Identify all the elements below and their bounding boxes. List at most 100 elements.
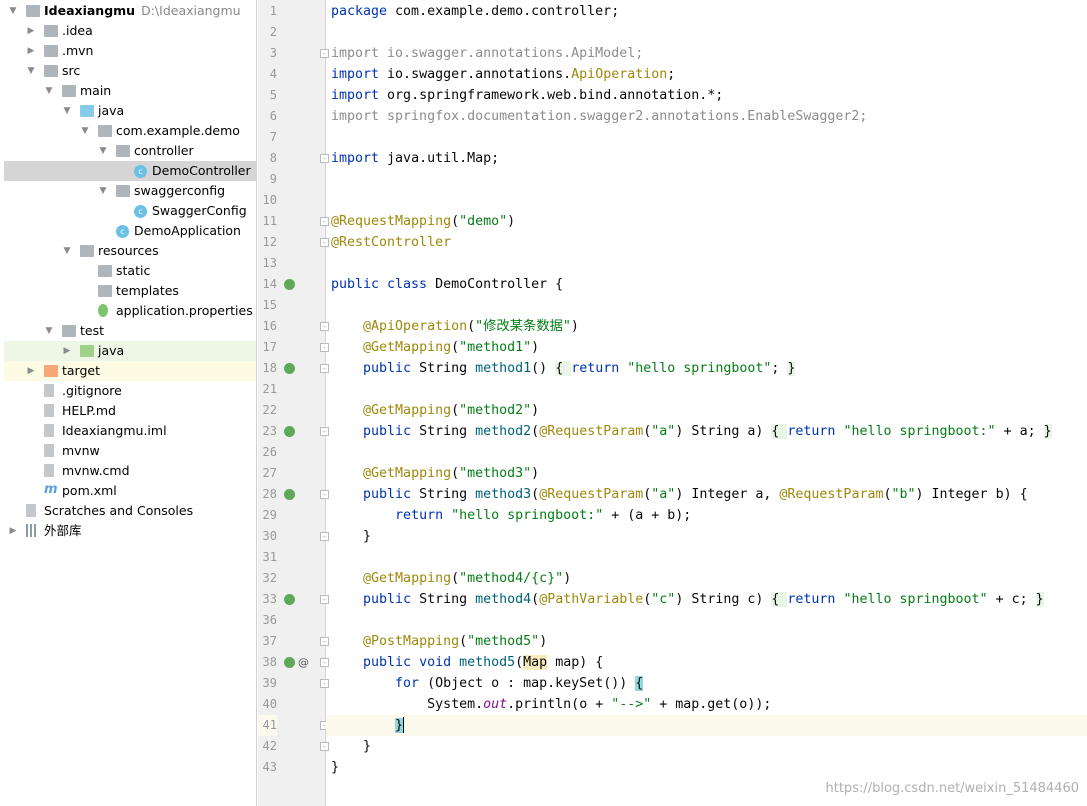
code-token: } [331, 739, 372, 754]
tree-item-label: mvnw [62, 441, 100, 461]
gitignore-file-icon [44, 384, 54, 397]
chevron-down-icon[interactable]: ▼ [61, 241, 73, 261]
line-number: 22 [262, 403, 277, 417]
code-line: System.out.println(o + "-->" + map.get(o… [326, 694, 1087, 715]
chevron-right-icon[interactable]: ▶ [25, 41, 37, 61]
tree-item-scratches-and-consoles[interactable]: Scratches and Consoles [4, 501, 256, 521]
code-token: .println(o + [507, 697, 612, 712]
tree-item-label: controller [134, 141, 194, 161]
code-token: "method5" [467, 634, 540, 649]
code-token: return [395, 508, 452, 523]
line-number: 8 [269, 151, 277, 165]
code-token: } [1043, 424, 1052, 439]
editor-gutter[interactable]: 1 2 3-4 5 6 7 8-9 10 11-12-13 14 15 16-17-18-21 22 23… [258, 0, 329, 806]
code-token: ( [451, 571, 460, 586]
tree-item-help-md[interactable]: HELP.md [4, 401, 256, 421]
code-token: "method3" [459, 466, 532, 481]
tree-item-test[interactable]: ▼ test [4, 321, 256, 341]
tree-item-resources[interactable]: ▼ resources [4, 241, 256, 261]
tree-item-target[interactable]: ▶ target [4, 361, 256, 381]
line-number: 17 [262, 340, 277, 354]
project-tree[interactable]: ▼ Ideaxiangmu D:\Ideaxiangmu ▶ .idea ▶ .mvn ▼ sr… [0, 0, 257, 806]
tree-item-ideaxiangmu[interactable]: ▼ Ideaxiangmu D:\Ideaxiangmu [4, 1, 256, 21]
code-editor[interactable]: package com.example.demo.controller; impo… [326, 0, 1087, 806]
tree-item-java[interactable]: ▼ java [4, 101, 256, 121]
code-line: for (Object o : map.keySet()) { [326, 673, 1087, 694]
tree-item-swaggerconfig[interactable]: ▼ swaggerconfig [4, 181, 256, 201]
tree-item-java[interactable]: ▶ java [4, 341, 256, 361]
code-line: @ApiOperation("修改某条数据") [326, 316, 1087, 337]
chevron-down-icon[interactable]: ▼ [43, 81, 55, 101]
tree-item-demoapplication[interactable]: c DemoApplication [4, 221, 256, 241]
tree-item-pom-xml[interactable]: m pom.xml [4, 481, 256, 501]
package-icon [98, 125, 112, 137]
chevron-down-icon[interactable]: ▼ [7, 1, 19, 21]
line-number: 23 [262, 424, 277, 438]
line-number: 28 [262, 487, 277, 501]
chevron-down-icon[interactable]: ▼ [25, 61, 37, 81]
tree-item-mvnw[interactable]: mvnw [4, 441, 256, 461]
tree-item-name: .mvn [62, 43, 94, 58]
code-token: () [531, 361, 556, 376]
web-endpoint-icon[interactable] [284, 657, 295, 668]
line-number: 2 [269, 25, 277, 39]
code-token: "a" [651, 487, 676, 502]
tree-item-main[interactable]: ▼ main [4, 81, 256, 101]
tree-item--mvn[interactable]: ▶ .mvn [4, 41, 256, 61]
tree-item-static[interactable]: static [4, 261, 256, 281]
code-token: @GetMapping [363, 403, 452, 418]
tree-item-swaggerconfig[interactable]: c SwaggerConfig [4, 201, 256, 221]
code-token: public [363, 424, 420, 439]
code-token: public [363, 487, 420, 502]
code-token: ) [531, 340, 540, 355]
tree-item-mvnw-cmd[interactable]: mvnw.cmd [4, 461, 256, 481]
class-icon: c [134, 205, 147, 218]
code-token: "-->" [611, 697, 652, 712]
iml-file-icon [44, 424, 54, 437]
tree-item-name: templates [116, 283, 179, 298]
tree-item-label: Scratches and Consoles [44, 501, 193, 521]
tree-item--idea[interactable]: ▶ .idea [4, 21, 256, 41]
annotation-at-icon[interactable]: @ [298, 652, 309, 673]
tree-item-label: .gitignore [62, 381, 122, 401]
tree-item--[interactable]: ▶ 外部库 [4, 521, 256, 541]
tree-item-src[interactable]: ▼ src [4, 61, 256, 81]
web-endpoint-icon[interactable] [284, 279, 295, 290]
chevron-down-icon[interactable]: ▼ [97, 141, 109, 161]
tree-item-label: java [98, 341, 124, 361]
tree-item-application-properties[interactable]: application.properties [4, 301, 256, 321]
chevron-right-icon[interactable]: ▶ [61, 341, 73, 361]
scratches-icon [26, 504, 36, 517]
tree-item-label: java [98, 101, 124, 121]
tree-item-label: pom.xml [62, 481, 117, 501]
chevron-down-icon[interactable]: ▼ [61, 101, 73, 121]
folder-icon [44, 25, 58, 37]
tree-item--gitignore[interactable]: .gitignore [4, 381, 256, 401]
code-token: "method2" [459, 403, 532, 418]
web-endpoint-icon[interactable] [284, 363, 295, 374]
tree-item-controller[interactable]: ▼ controller [4, 141, 256, 161]
code-token: } [1035, 592, 1044, 607]
tree-item-templates[interactable]: templates [4, 281, 256, 301]
code-token: ( [451, 466, 460, 481]
web-endpoint-icon[interactable] [284, 594, 295, 605]
tree-item-name: pom.xml [62, 483, 117, 498]
web-endpoint-icon[interactable] [284, 489, 295, 500]
tree-item-ideaxiangmu-iml[interactable]: Ideaxiangmu.iml [4, 421, 256, 441]
chevron-right-icon[interactable]: ▶ [25, 21, 37, 41]
chevron-right-icon[interactable]: ▶ [25, 361, 37, 381]
code-token: String [419, 424, 476, 439]
code-token: ApiOperation [571, 67, 668, 82]
chevron-down-icon[interactable]: ▼ [43, 321, 55, 341]
chevron-down-icon[interactable]: ▼ [79, 121, 91, 141]
code-token: } [331, 529, 372, 544]
code-token: ; [667, 67, 676, 82]
chevron-right-icon[interactable]: ▶ [7, 521, 19, 541]
line-number: 3 [269, 46, 277, 60]
tree-item-democontroller[interactable]: c DemoController [4, 161, 256, 181]
web-endpoint-icon[interactable] [284, 426, 295, 437]
tree-item-com-example-demo[interactable]: ▼ com.example.demo [4, 121, 256, 141]
chevron-down-icon[interactable]: ▼ [97, 181, 109, 201]
